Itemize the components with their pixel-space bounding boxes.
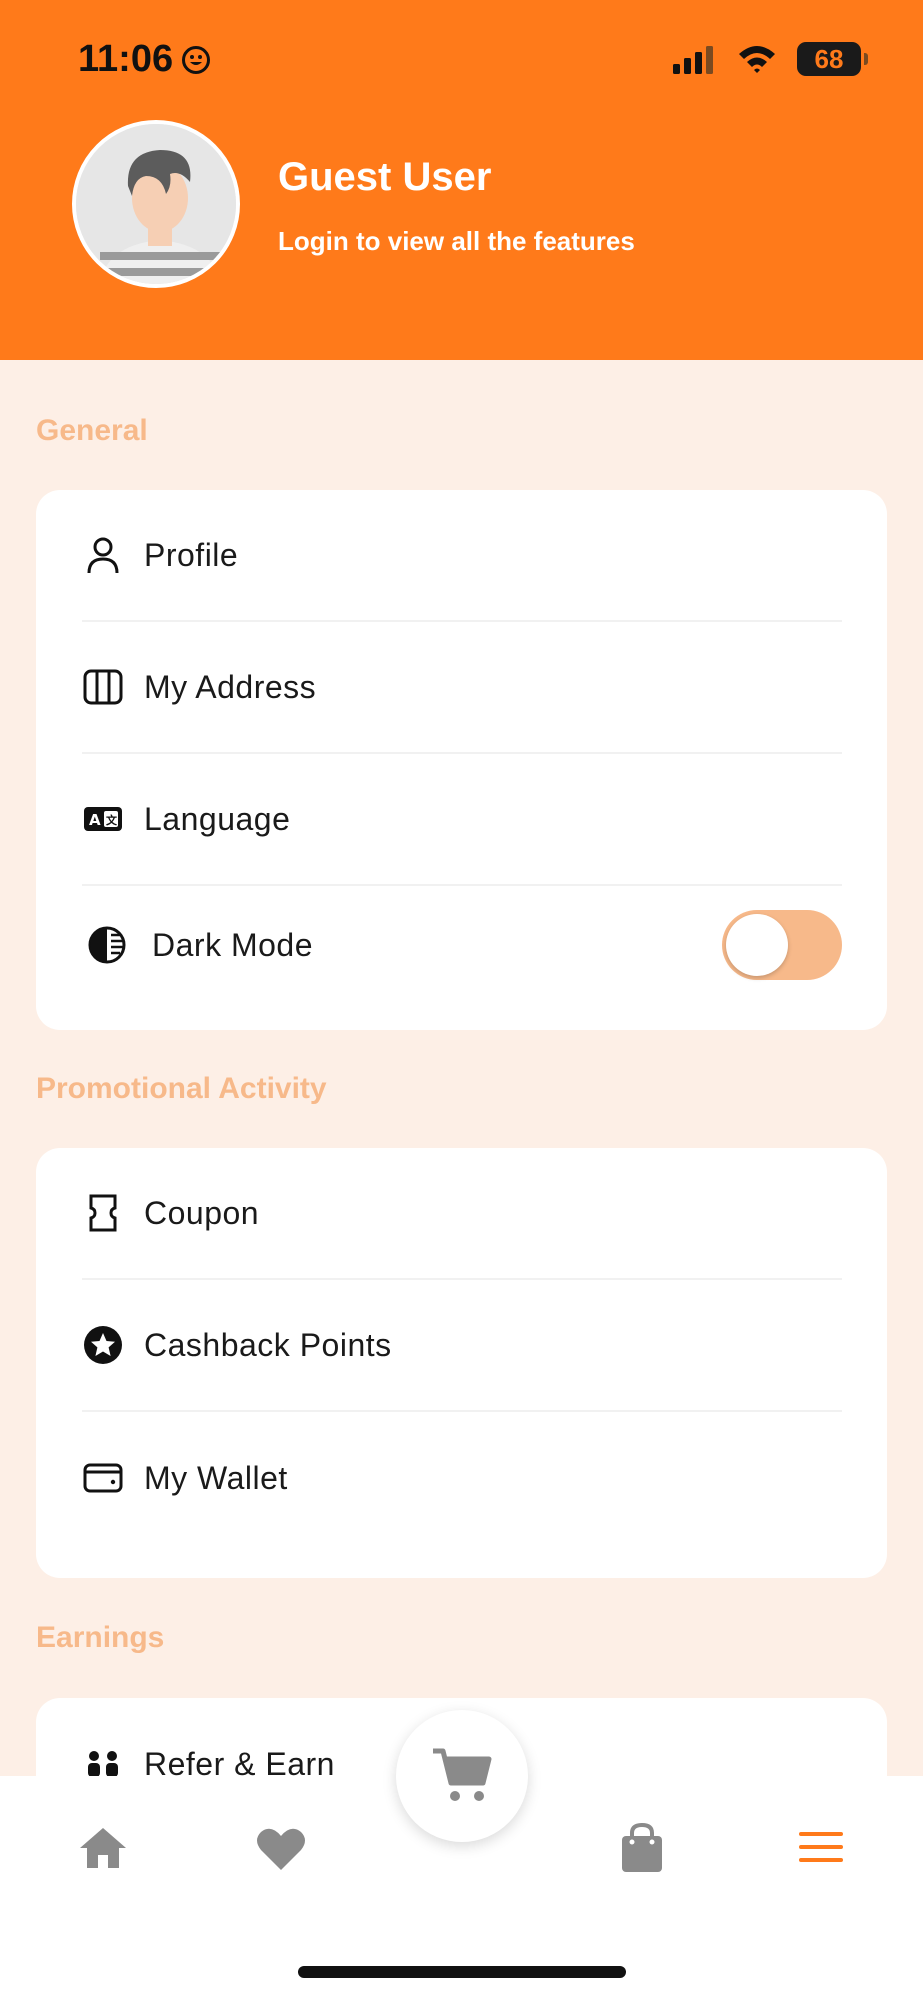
cart-icon — [433, 1748, 492, 1801]
toggle-knob — [726, 914, 788, 976]
menu-item-label: Profile — [144, 536, 239, 573]
home-indicator — [298, 1966, 626, 1978]
status-icons: 68 — [671, 42, 868, 76]
svg-text:A: A — [89, 811, 101, 829]
status-time-text: 11:06 — [78, 38, 174, 80]
menu-item-my-wallet[interactable]: My Wallet — [82, 1412, 842, 1544]
heart-icon[interactable] — [255, 1826, 307, 1872]
smiley-icon — [182, 45, 211, 74]
home-icon[interactable] — [78, 1826, 128, 1870]
bag-icon[interactable] — [620, 1822, 664, 1874]
menu-item-label: Language — [144, 800, 291, 837]
wifi-icon — [739, 46, 775, 73]
menu-item-label: My Wallet — [144, 1459, 288, 1496]
general-card: Profile My Address A 文 Language Dark Mod… — [36, 490, 887, 1030]
battery-level: 68 — [814, 43, 844, 74]
cellular-signal-icon — [673, 46, 713, 74]
section-title-promotional: Promotional Activity — [36, 1072, 327, 1105]
menu-item-cashback-points[interactable]: Cashback Points — [82, 1280, 842, 1412]
menu-item-dark-mode: Dark Mode — [82, 886, 842, 1004]
wallet-icon — [82, 1457, 124, 1499]
map-icon — [82, 666, 124, 708]
battery-indicator: 68 — [797, 42, 868, 76]
svg-text:文: 文 — [106, 813, 118, 827]
section-title-earnings: Earnings — [36, 1621, 165, 1654]
cart-button[interactable] — [396, 1710, 528, 1842]
menu-item-label: Coupon — [144, 1194, 260, 1231]
user-name: Guest User — [278, 155, 492, 199]
contrast-icon — [86, 924, 128, 966]
menu-item-language[interactable]: A 文 Language — [82, 754, 842, 886]
avatar[interactable] — [72, 120, 240, 288]
section-title-general: General — [36, 414, 148, 447]
login-prompt[interactable]: Login to view all the features — [278, 226, 635, 257]
menu-item-label: Dark Mode — [152, 926, 313, 963]
menu-item-profile[interactable]: Profile — [82, 490, 842, 622]
star-badge-icon — [82, 1324, 124, 1366]
menu-item-coupon[interactable]: Coupon — [82, 1148, 842, 1280]
profile-header: 11:06 68 Guest User Login to view all th… — [0, 0, 923, 360]
menu-item-label: My Address — [144, 668, 317, 705]
avatar-illustration-icon — [76, 124, 236, 284]
dark-mode-toggle[interactable] — [722, 910, 842, 980]
menu-item-label: Cashback Points — [144, 1326, 392, 1363]
ticket-icon — [82, 1192, 124, 1234]
person-icon — [82, 534, 124, 576]
menu-icon[interactable] — [797, 1830, 845, 1864]
menu-item-my-address[interactable]: My Address — [82, 622, 842, 754]
translate-icon: A 文 — [82, 798, 124, 840]
status-time: 11:06 — [78, 38, 211, 81]
promotional-card: Coupon Cashback Points My Wallet — [36, 1148, 887, 1578]
